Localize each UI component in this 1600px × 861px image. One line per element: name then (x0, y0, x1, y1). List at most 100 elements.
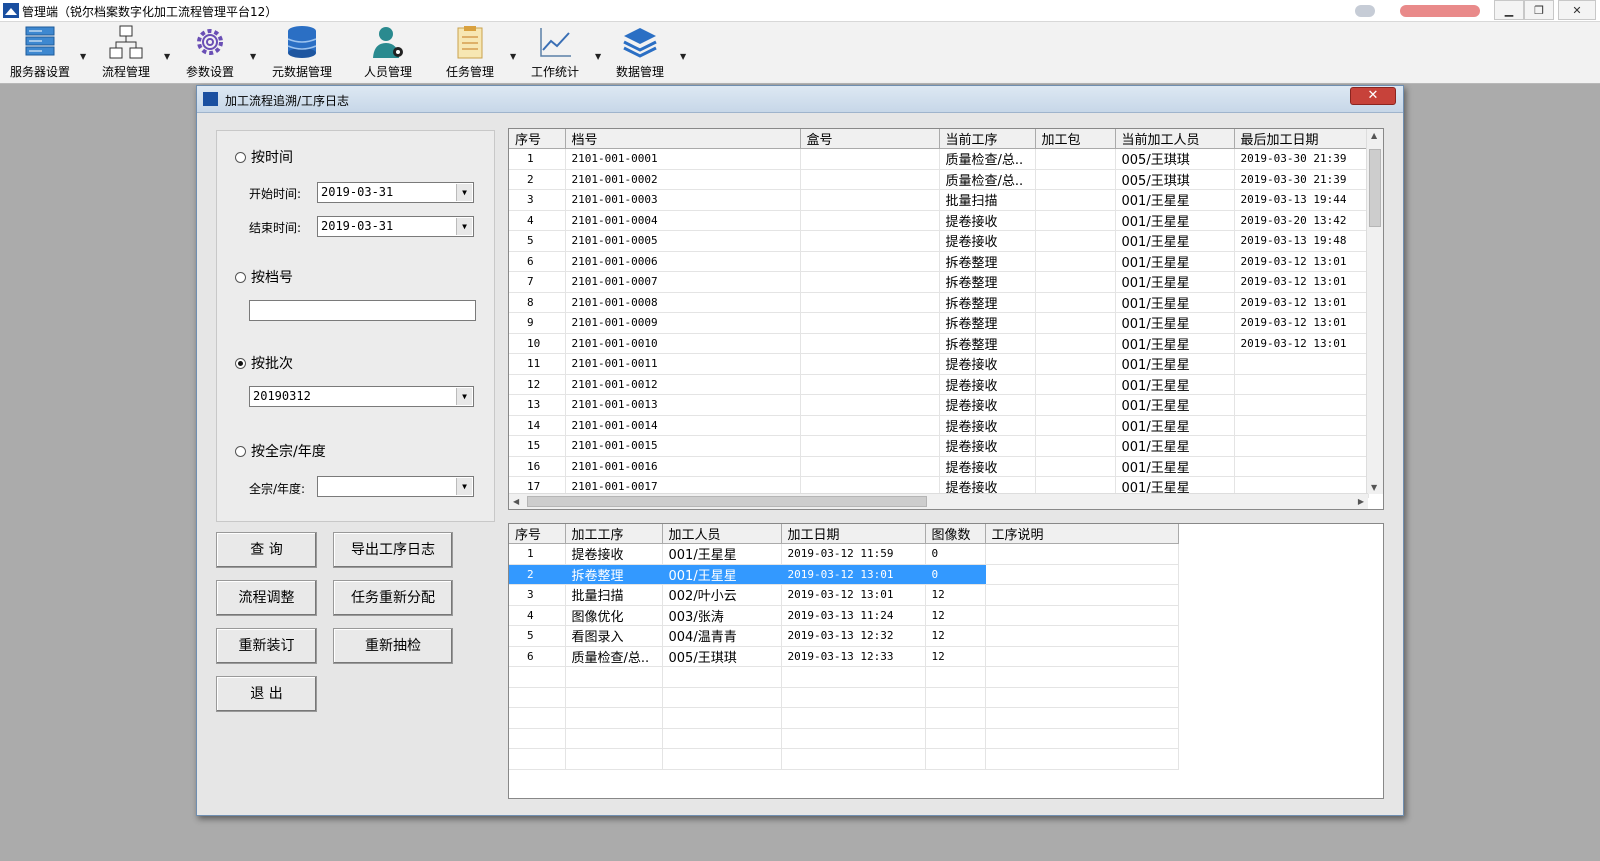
table-cell: 001/王星星 (1115, 292, 1235, 313)
table-row[interactable]: 13 2101-001-0013 提卷接收 001/王星星 (509, 394, 1369, 416)
toolbar-flow-management[interactable]: 流程管理 ▼ (86, 24, 170, 82)
toolbar-task-management[interactable]: 任务管理 ▼ (430, 24, 516, 82)
column-header[interactable]: 序号 (509, 129, 566, 149)
table-cell (1035, 394, 1116, 416)
archive-no-input[interactable] (249, 300, 476, 321)
table-cell (800, 394, 940, 416)
restore-icon[interactable]: ❐ (1524, 0, 1554, 20)
table-cell: 001/王星星 (1115, 394, 1235, 416)
table-row[interactable]: 6 2101-001-0006 拆卷整理 001/王星星 2019-03-12 13:0… (509, 251, 1369, 272)
table-row[interactable]: 4 2101-001-0004 提卷接收 001/王星星 2019-03-20 13:4… (509, 210, 1369, 231)
dialog-titlebar[interactable]: 加工流程追溯/工序日志 ✕ (197, 86, 1403, 113)
column-header[interactable]: 图像数 (925, 524, 986, 544)
fonds-year-select[interactable]: ▼ (317, 476, 474, 497)
archive-table-header: 序号 档号 盒号 当前工序 加工包 当前加工人员 最后加工日期 (509, 129, 1369, 149)
scroll-up-icon[interactable]: ▲ (1371, 131, 1377, 140)
table-row[interactable]: 14 2101-001-0014 提卷接收 001/王星星 (509, 415, 1369, 436)
column-header[interactable]: 盒号 (800, 129, 940, 149)
table-cell (565, 707, 663, 729)
scroll-thumb[interactable] (527, 496, 927, 507)
scroll-left-icon[interactable]: ◀ (513, 497, 519, 506)
table-row[interactable]: 8 2101-001-0008 拆卷整理 001/王星星 2019-03-12 13:0… (509, 292, 1369, 313)
table-row[interactable]: 9 2101-001-0009 拆卷整理 001/王星星 2019-03-12 13:0… (509, 312, 1369, 334)
scroll-right-icon[interactable]: ▶ (1358, 497, 1364, 506)
column-header[interactable]: 最后加工日期 (1234, 129, 1369, 149)
table-row[interactable]: 5 2101-001-0005 提卷接收 001/王星星 2019-03-13 19:4… (509, 230, 1369, 252)
table-cell (800, 169, 940, 190)
radio-by-batch[interactable]: 按批次 (235, 353, 293, 373)
minimize-icon[interactable]: ▁ (1494, 0, 1524, 20)
scroll-down-icon[interactable]: ▼ (1371, 483, 1377, 492)
column-header[interactable]: 当前加工人员 (1115, 129, 1235, 149)
radio-by-time[interactable]: 按时间 (235, 147, 293, 167)
column-header[interactable]: 加工人员 (662, 524, 782, 544)
batch-select[interactable]: 20190312 ▼ (249, 386, 474, 407)
end-time-picker[interactable]: 2019-03-31 ▼ (317, 216, 474, 237)
column-header[interactable]: 加工包 (1035, 129, 1116, 149)
table-row[interactable]: 3 2101-001-0003 批量扫描 001/王星星 2019-03-13 19:4… (509, 189, 1369, 211)
archive-grid-vscroll[interactable]: ▲ ▼ (1366, 129, 1383, 494)
table-row[interactable]: 2 拆卷整理 001/王星星 2019-03-12 13:01 0 (509, 564, 1179, 585)
exit-button[interactable]: 退 出 (216, 676, 317, 712)
reassign-task-button[interactable]: 任务重新分配 (333, 580, 453, 616)
radio-by-archive-no[interactable]: 按档号 (235, 267, 293, 287)
table-cell: 6 (509, 646, 566, 667)
column-header[interactable]: 序号 (509, 524, 566, 544)
table-cell: 001/王星星 (1115, 251, 1235, 272)
table-cell: 提卷接收 (939, 394, 1036, 416)
table-cell: 3 (509, 584, 566, 606)
toolbar-label: 工作统计 (530, 65, 579, 79)
export-log-button[interactable]: 导出工序日志 (333, 532, 453, 568)
table-cell: 2019-03-20 13:42 (1234, 210, 1369, 231)
table-row[interactable]: 7 2101-001-0007 拆卷整理 001/王星星 2019-03-12 13:0… (509, 271, 1369, 293)
table-cell (800, 415, 940, 436)
start-time-picker[interactable]: 2019-03-31 ▼ (317, 182, 474, 203)
toolbar-parameter-settings[interactable]: 参数设置 ▼ (170, 24, 256, 82)
archive-grid-hscroll[interactable]: ◀ ▶ (509, 493, 1368, 509)
table-row[interactable]: 6 质量检查/总.. 005/王琪琪 2019-03-13 12:33 12 (509, 646, 1179, 667)
resample-button[interactable]: 重新抽检 (333, 628, 453, 664)
column-header[interactable]: 档号 (565, 129, 801, 149)
table-cell (781, 728, 926, 749)
chevron-down-icon[interactable]: ▼ (250, 52, 256, 61)
table-row[interactable]: 11 2101-001-0011 提卷接收 001/王星星 (509, 353, 1369, 375)
rebind-button[interactable]: 重新装订 (216, 628, 317, 664)
column-header[interactable]: 当前工序 (939, 129, 1036, 149)
query-button[interactable]: 查 询 (216, 532, 317, 568)
toolbar-server-settings[interactable]: 服务器设置 ▼ (0, 24, 86, 82)
chevron-down-icon[interactable]: ▼ (456, 478, 472, 495)
table-cell (509, 666, 566, 688)
table-row[interactable]: 1 2101-001-0001 质量检查/总.. 005/王琪琪 2019-03-30 … (509, 148, 1369, 170)
toolbar-work-statistics[interactable]: 工作统计 ▼ (515, 24, 601, 82)
table-row[interactable]: 12 2101-001-0012 提卷接收 001/王星星 (509, 374, 1369, 395)
toolbar-metadata-management[interactable]: 元数据管理 (262, 24, 342, 82)
table-row[interactable]: 16 2101-001-0016 提卷接收 001/王星星 (509, 456, 1369, 477)
table-row[interactable]: 5 看图录入 004/温青青 2019-03-13 12:32 12 (509, 625, 1179, 647)
chevron-down-icon[interactable]: ▼ (456, 184, 472, 201)
table-cell: 0 (925, 564, 986, 585)
table-row[interactable]: 2 2101-001-0002 质量检查/总.. 005/王琪琪 2019-03-30 … (509, 169, 1369, 190)
scroll-thumb[interactable] (1369, 149, 1381, 227)
chevron-down-icon[interactable]: ▼ (456, 388, 472, 405)
column-header[interactable]: 工序说明 (985, 524, 1179, 544)
table-row[interactable]: 1 提卷接收 001/王星星 2019-03-12 11:59 0 (509, 543, 1179, 565)
column-header[interactable]: 加工工序 (565, 524, 663, 544)
chevron-down-icon[interactable]: ▼ (456, 218, 472, 235)
radio-by-fonds-year[interactable]: 按全宗/年度 (235, 441, 326, 461)
table-cell: 001/王星星 (1115, 333, 1235, 354)
table-row[interactable]: 4 图像优化 003/张涛 2019-03-13 11:24 12 (509, 605, 1179, 626)
table-row[interactable]: 3 批量扫描 002/叶小云 2019-03-12 13:01 12 (509, 584, 1179, 606)
toolbar-data-management[interactable]: 数据管理 ▼ (600, 24, 686, 82)
table-cell (781, 707, 926, 729)
column-header[interactable]: 加工日期 (781, 524, 926, 544)
adjust-flow-button[interactable]: 流程调整 (216, 580, 317, 616)
toolbar-personnel-management[interactable]: 人员管理 (348, 24, 428, 82)
table-cell: 001/王星星 (1115, 435, 1235, 457)
table-row[interactable]: 15 2101-001-0015 提卷接收 001/王星星 (509, 435, 1369, 457)
close-icon[interactable]: ✕ (1558, 0, 1596, 20)
table-cell: 3 (509, 189, 566, 211)
table-row[interactable]: 10 2101-001-0010 拆卷整理 001/王星星 2019-03-12 13:… (509, 333, 1369, 354)
table-cell: 2101-001-0014 (565, 415, 801, 436)
chevron-down-icon[interactable]: ▼ (680, 52, 686, 61)
dialog-close-button[interactable]: ✕ (1350, 87, 1396, 105)
